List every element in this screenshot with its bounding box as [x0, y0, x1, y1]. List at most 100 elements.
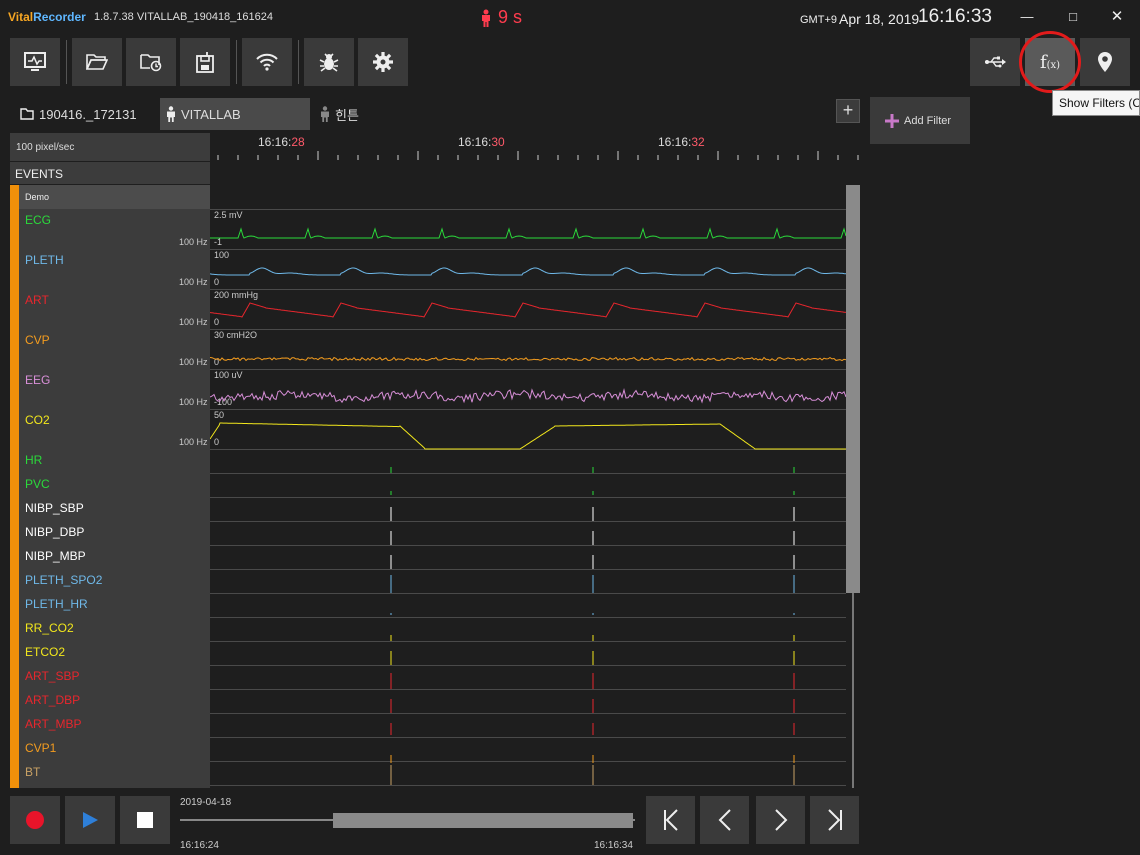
track-name-co2[interactable]: CO2: [25, 413, 50, 427]
app-version: 1.8.7.38 VITALLAB_190418_161624: [94, 11, 274, 23]
chevron-left-icon: [718, 809, 731, 831]
track-hz: 100 Hz: [179, 397, 208, 407]
save-icon: [196, 52, 214, 73]
cvp-waveform: [210, 356, 846, 362]
playback-range-slider[interactable]: [333, 813, 633, 828]
device-header[interactable]: Demo: [19, 185, 210, 209]
play-button[interactable]: [65, 796, 115, 844]
ecg-waveform: [210, 227, 846, 239]
recent-files-button[interactable]: [126, 38, 176, 86]
tab-other[interactable]: 힌튼: [314, 98, 394, 130]
tab-vitallab[interactable]: VITALLAB: [160, 98, 310, 130]
app-name: VitalRecorder: [8, 10, 86, 24]
track-hz: 100 Hz: [179, 317, 208, 327]
track-name-hr[interactable]: HR: [25, 453, 42, 467]
toolbar-separator: [298, 40, 299, 84]
stop-icon: [137, 812, 153, 828]
track-name-art-sbp[interactable]: ART_SBP: [25, 669, 79, 683]
track-name-cvp[interactable]: CVP: [25, 333, 50, 347]
track-name-etco2[interactable]: ETCO2: [25, 645, 65, 659]
usb-button[interactable]: [970, 38, 1020, 86]
person-icon: [321, 106, 329, 122]
show-filters-tooltip: Show Filters (Ctrl+F): [1052, 90, 1140, 116]
vertical-scrollbar[interactable]: [846, 185, 860, 593]
add-filter-button[interactable]: Add Filter: [870, 97, 970, 144]
folder-open-icon: [86, 54, 108, 70]
monitor-button[interactable]: [10, 38, 60, 86]
track-name-pvc[interactable]: PVC: [25, 477, 50, 491]
monitor-icon: [24, 52, 46, 71]
current-date: Apr 18, 2019: [839, 11, 920, 27]
stop-button[interactable]: [120, 796, 170, 844]
track-hz: 100 Hz: [179, 277, 208, 287]
tab-file[interactable]: 190416._172131: [14, 98, 154, 130]
location-button[interactable]: [1080, 38, 1130, 86]
person-icon: [482, 9, 490, 27]
app-name-vital: Vital: [8, 10, 34, 24]
track-name-ecg[interactable]: ECG: [25, 213, 51, 227]
recording-time-value: 9 s: [498, 7, 523, 27]
debug-button[interactable]: [304, 38, 354, 86]
track-name-art[interactable]: ART: [25, 293, 49, 307]
add-tab-button[interactable]: +: [836, 99, 860, 123]
open-folder-button[interactable]: [72, 38, 122, 86]
record-button[interactable]: [10, 796, 60, 844]
track-name-rr-co2[interactable]: RR_CO2: [25, 621, 74, 635]
record-icon: [26, 811, 44, 829]
track-range-max: 30 cmH2O: [214, 330, 257, 340]
folder-clock-icon: [140, 54, 162, 72]
playback-start-time: 16:16:24: [180, 840, 219, 851]
toolbar-separator: [66, 40, 67, 84]
minimize-button[interactable]: —: [1018, 8, 1036, 26]
person-icon: [167, 106, 175, 122]
wifi-button[interactable]: [242, 38, 292, 86]
usb-icon: [985, 56, 1006, 68]
track-range-max: 100: [214, 250, 229, 260]
track-range-min: 0: [214, 317, 219, 327]
track-name-art-mbp[interactable]: ART_MBP: [25, 717, 81, 731]
save-button[interactable]: [180, 38, 230, 86]
waveform-area[interactable]: 2.5 mV -1 100 0 200 mmHg 0 30 cmH2O 0 10…: [210, 209, 846, 788]
device-color-bar: [10, 185, 19, 788]
settings-button[interactable]: [358, 38, 408, 86]
maximize-button[interactable]: □: [1064, 8, 1082, 26]
last-button[interactable]: [810, 796, 859, 844]
track-hz: 100 Hz: [179, 437, 208, 447]
track-name-art-dbp[interactable]: ART_DBP: [25, 693, 80, 707]
track-range-max: 100 uV: [214, 370, 243, 380]
close-button[interactable]: ✕: [1108, 8, 1126, 26]
track-name-pleth-spo2[interactable]: PLETH_SPO2: [25, 573, 102, 587]
add-filter-label: Add Filter: [904, 114, 952, 127]
track-name-nibp-sbp[interactable]: NIBP_SBP: [25, 501, 84, 515]
track-range-max: 50: [214, 410, 224, 420]
speed-label: 100 pixel/sec: [10, 133, 210, 161]
art-waveform: [210, 302, 846, 318]
current-clock: 16:16:33: [918, 6, 992, 27]
track-name-bt[interactable]: BT: [25, 765, 40, 779]
first-button[interactable]: [646, 796, 695, 844]
track-range-max: 200 mmHg: [214, 290, 258, 300]
track-name-pleth[interactable]: PLETH: [25, 253, 64, 267]
next-button[interactable]: [756, 796, 805, 844]
playback-date: 2019-04-18: [180, 797, 232, 808]
eeg-waveform: [210, 388, 846, 404]
track-name-eeg[interactable]: EEG: [25, 373, 50, 387]
chevron-right-icon: [774, 809, 787, 831]
track-name-nibp-dbp[interactable]: NIBP_DBP: [25, 525, 84, 539]
recording-time: 9 s: [480, 7, 522, 28]
skip-first-icon: [663, 809, 678, 831]
bug-icon: [319, 53, 339, 72]
track-name-nibp-mbp[interactable]: NIBP_MBP: [25, 549, 86, 563]
pleth-waveform: [210, 267, 846, 276]
gear-icon: [373, 52, 393, 72]
ruler-ticks: [217, 151, 859, 160]
track-name-cvp1[interactable]: CVP1: [25, 741, 56, 755]
scroll-track: [852, 593, 854, 788]
previous-button[interactable]: [700, 796, 749, 844]
track-hz: 100 Hz: [179, 237, 208, 247]
time-ruler[interactable]: 16:16:28 16:16:30 16:16:32: [210, 133, 860, 161]
track-name-pleth-hr[interactable]: PLETH_HR: [25, 597, 88, 611]
highlight-circle: [1019, 31, 1081, 93]
app-name-recorder: Recorder: [33, 10, 86, 24]
wifi-icon: [256, 53, 278, 71]
